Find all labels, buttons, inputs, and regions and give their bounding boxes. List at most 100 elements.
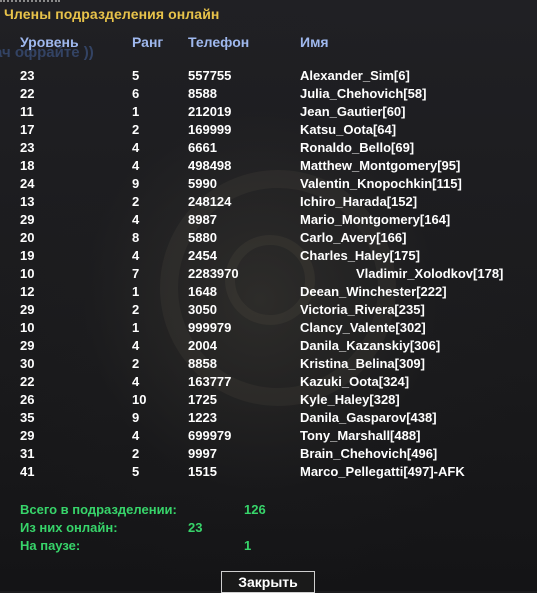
member-row[interactable]: 29 2 3050 Victoria_Rivera[235] xyxy=(0,302,537,320)
member-level: 29 xyxy=(20,212,35,227)
member-phone: 2004 xyxy=(188,338,217,353)
member-rank: 1 xyxy=(132,104,140,119)
member-row[interactable]: 31 2 9997 Brain_Chehovich[496] xyxy=(0,446,537,464)
member-rank: 5 xyxy=(132,464,140,479)
member-level: 29 xyxy=(20,338,35,353)
member-row[interactable]: 41 5 1515 Marco_Pellegatti[497]-AFK xyxy=(0,464,537,482)
members-list: 23 5 557755 Alexander_Sim[6] 22 6 8588 Julia_Ch… xyxy=(0,68,537,482)
member-name: Valentin_Knopochkin[115] xyxy=(300,176,462,191)
member-row[interactable]: 29 4 699979 Tony_Marshall[488] xyxy=(0,428,537,446)
member-row[interactable]: 20 8 5880 Carlo_Avery[166] xyxy=(0,230,537,248)
close-button[interactable]: Закрыть xyxy=(221,571,315,593)
member-rank: 2 xyxy=(132,446,140,461)
member-name: Matthew_Montgomery[95] xyxy=(300,158,461,173)
member-phone: 163777 xyxy=(188,374,232,389)
member-row[interactable]: 11 1 212019 Jean_Gautier[60] xyxy=(0,104,537,122)
member-rank: 10 xyxy=(132,392,147,407)
column-header-level: Уровень xyxy=(20,34,79,50)
member-level: 24 xyxy=(20,176,35,191)
member-name: Jean_Gautier[60] xyxy=(300,104,406,119)
member-name: Brain_Chehovich[496] xyxy=(300,446,438,461)
member-phone: 248124 xyxy=(188,194,232,209)
member-level: 29 xyxy=(20,302,35,317)
total-label: Всего в подразделении: xyxy=(20,502,177,517)
member-row[interactable]: 29 4 2004 Danila_Kazanskiy[306] xyxy=(0,338,537,356)
member-row[interactable]: 23 4 6661 Ronaldo_Bello[69] xyxy=(0,140,537,158)
member-phone: 2283970 xyxy=(188,266,239,281)
member-row[interactable]: 22 6 8588 Julia_Chehovich[58] xyxy=(0,86,537,104)
member-row[interactable]: 23 5 557755 Alexander_Sim[6] xyxy=(0,68,537,86)
member-phone: 2454 xyxy=(188,248,217,263)
member-rank: 4 xyxy=(132,140,140,155)
member-name: Kazuki_Oota[324] xyxy=(300,374,410,389)
member-level: 13 xyxy=(20,194,35,209)
member-name: Kristina_Belina[309] xyxy=(300,356,425,371)
member-level: 31 xyxy=(20,446,35,461)
column-header-name: Имя xyxy=(300,34,329,50)
member-phone: 212019 xyxy=(188,104,232,119)
member-level: 10 xyxy=(20,266,35,281)
member-row[interactable]: 12 1 1648 Deean_Winchester[222] xyxy=(0,284,537,302)
member-name: Mario_Montgomery[164] xyxy=(300,212,451,227)
member-rank: 5 xyxy=(132,68,140,83)
member-phone: 1223 xyxy=(188,410,217,425)
member-name: Victoria_Rivera[235] xyxy=(300,302,425,317)
member-level: 41 xyxy=(20,464,35,479)
member-name: Charles_Haley[175] xyxy=(300,248,420,263)
member-rank: 4 xyxy=(132,158,140,173)
total-value: 126 xyxy=(244,502,266,517)
member-level: 17 xyxy=(20,122,35,137)
member-row[interactable]: 24 9 5990 Valentin_Knopochkin[115] xyxy=(0,176,537,194)
member-name: Deean_Winchester[222] xyxy=(300,284,447,299)
member-phone: 9997 xyxy=(188,446,217,461)
member-rank: 4 xyxy=(132,374,140,389)
member-rank: 8 xyxy=(132,230,140,245)
member-level: 11 xyxy=(20,104,34,119)
member-level: 20 xyxy=(20,230,35,245)
member-row[interactable]: 10 1 999979 Clancy_Valente[302] xyxy=(0,320,537,338)
member-level: 30 xyxy=(20,356,35,371)
member-name: Alexander_Sim[6] xyxy=(300,68,410,83)
member-name: Clancy_Valente[302] xyxy=(300,320,426,335)
member-row[interactable]: 19 4 2454 Charles_Haley[175] xyxy=(0,248,537,266)
member-name: Kyle_Haley[328] xyxy=(300,392,400,407)
member-rank: 2 xyxy=(132,356,140,371)
member-name: Tony_Marshall[488] xyxy=(300,428,421,443)
member-level: 23 xyxy=(20,68,35,83)
member-name: Danila_Gasparov[438] xyxy=(300,410,437,425)
member-level: 12 xyxy=(20,284,35,299)
member-level: 18 xyxy=(20,158,35,173)
member-rank: 9 xyxy=(132,176,140,191)
member-phone: 5990 xyxy=(188,176,217,191)
member-row[interactable]: 30 2 8858 Kristina_Belina[309] xyxy=(0,356,537,374)
member-rank: 2 xyxy=(132,122,140,137)
member-name: Marco_Pellegatti[497]-AFK xyxy=(300,464,465,479)
member-name: Danila_Kazanskiy[306] xyxy=(300,338,441,353)
member-row[interactable]: 18 4 498498 Matthew_Montgomery[95] xyxy=(0,158,537,176)
member-row[interactable]: 35 9 1223 Danila_Gasparov[438] xyxy=(0,410,537,428)
member-level: 26 xyxy=(20,392,35,407)
online-label: Из них онлайн: xyxy=(20,520,118,535)
member-level: 23 xyxy=(20,140,35,155)
member-row[interactable]: 13 2 248124 Ichiro_Harada[152] xyxy=(0,194,537,212)
member-name: Vladimir_Xolodkov[178] xyxy=(356,266,504,281)
member-rank: 4 xyxy=(132,338,140,353)
member-level: 22 xyxy=(20,86,35,101)
member-level: 29 xyxy=(20,428,35,443)
dialog-title: Члены подразделения онлайн xyxy=(4,6,220,22)
member-phone: 8987 xyxy=(188,212,217,227)
member-rank: 6 xyxy=(132,86,140,101)
paused-label: На паузе: xyxy=(20,538,81,553)
column-header-phone: Телефон xyxy=(188,34,250,50)
member-row[interactable]: 22 4 163777 Kazuki_Oota[324] xyxy=(0,374,537,392)
column-header-rank: Ранг xyxy=(132,34,164,50)
paused-value: 1 xyxy=(244,538,252,553)
member-row[interactable]: 17 2 169999 Katsu_Oota[64] xyxy=(0,122,537,140)
member-row[interactable]: 29 4 8987 Mario_Montgomery[164] xyxy=(0,212,537,230)
member-row[interactable]: 10 7 2283970 Vladimir_Xolodkov[178] xyxy=(0,266,537,284)
member-rank: 2 xyxy=(132,194,140,209)
member-rank: 2 xyxy=(132,302,140,317)
member-phone: 5880 xyxy=(188,230,217,245)
member-phone: 6661 xyxy=(188,140,217,155)
member-row[interactable]: 26 10 1725 Kyle_Haley[328] xyxy=(0,392,537,410)
